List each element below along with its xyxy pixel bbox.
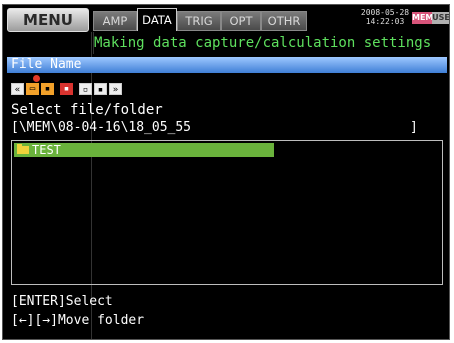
tab-data[interactable]: DATA: [137, 8, 177, 31]
prompt-text: Select file/folder: [11, 102, 163, 118]
file-toolbar: « ▭ ▪ ▪ ▫ ▪ »: [11, 81, 122, 97]
time-text: 14:22:03: [365, 17, 405, 26]
use-badge: USE: [432, 12, 450, 24]
file-list[interactable]: TEST: [11, 140, 443, 285]
list-item-label: TEST: [32, 143, 61, 157]
current-path: [\MEM\08-04-16\18_05_55: [11, 120, 192, 135]
copy-icon[interactable]: ▫: [79, 83, 92, 95]
device-screen: MENU AMP DATA TRIG OPT OTHR 2008-05-28 1…: [2, 4, 450, 340]
datetime: 2008-05-28 14:22:03: [360, 8, 410, 26]
page-subtitle: Making data capture/calculation settings: [93, 32, 449, 54]
rewind-icon[interactable]: «: [11, 83, 24, 95]
info-icon[interactable]: ▪: [94, 83, 107, 95]
date-text: 2008-05-28: [360, 8, 410, 17]
mem-badge: MEM: [412, 12, 434, 24]
forward-icon[interactable]: »: [109, 83, 122, 95]
delete-icon[interactable]: ▪: [60, 83, 73, 95]
folder-icon[interactable]: ▭: [26, 83, 39, 95]
path-close-bracket: ]: [410, 120, 418, 135]
menu-button[interactable]: MENU: [7, 8, 89, 32]
folder-icon: [17, 144, 29, 154]
tab-othr[interactable]: OTHR: [261, 11, 307, 31]
save-icon[interactable]: ▪: [41, 83, 54, 95]
tab-trig[interactable]: TRIG: [177, 11, 221, 31]
hint-arrows: [←][→]Move folder: [11, 313, 145, 328]
tab-amp[interactable]: AMP: [93, 11, 137, 31]
section-header: File Name: [7, 57, 447, 73]
hint-enter: [ENTER]Select: [11, 294, 113, 309]
tab-opt[interactable]: OPT: [221, 11, 261, 31]
list-item-test[interactable]: TEST: [14, 143, 274, 157]
